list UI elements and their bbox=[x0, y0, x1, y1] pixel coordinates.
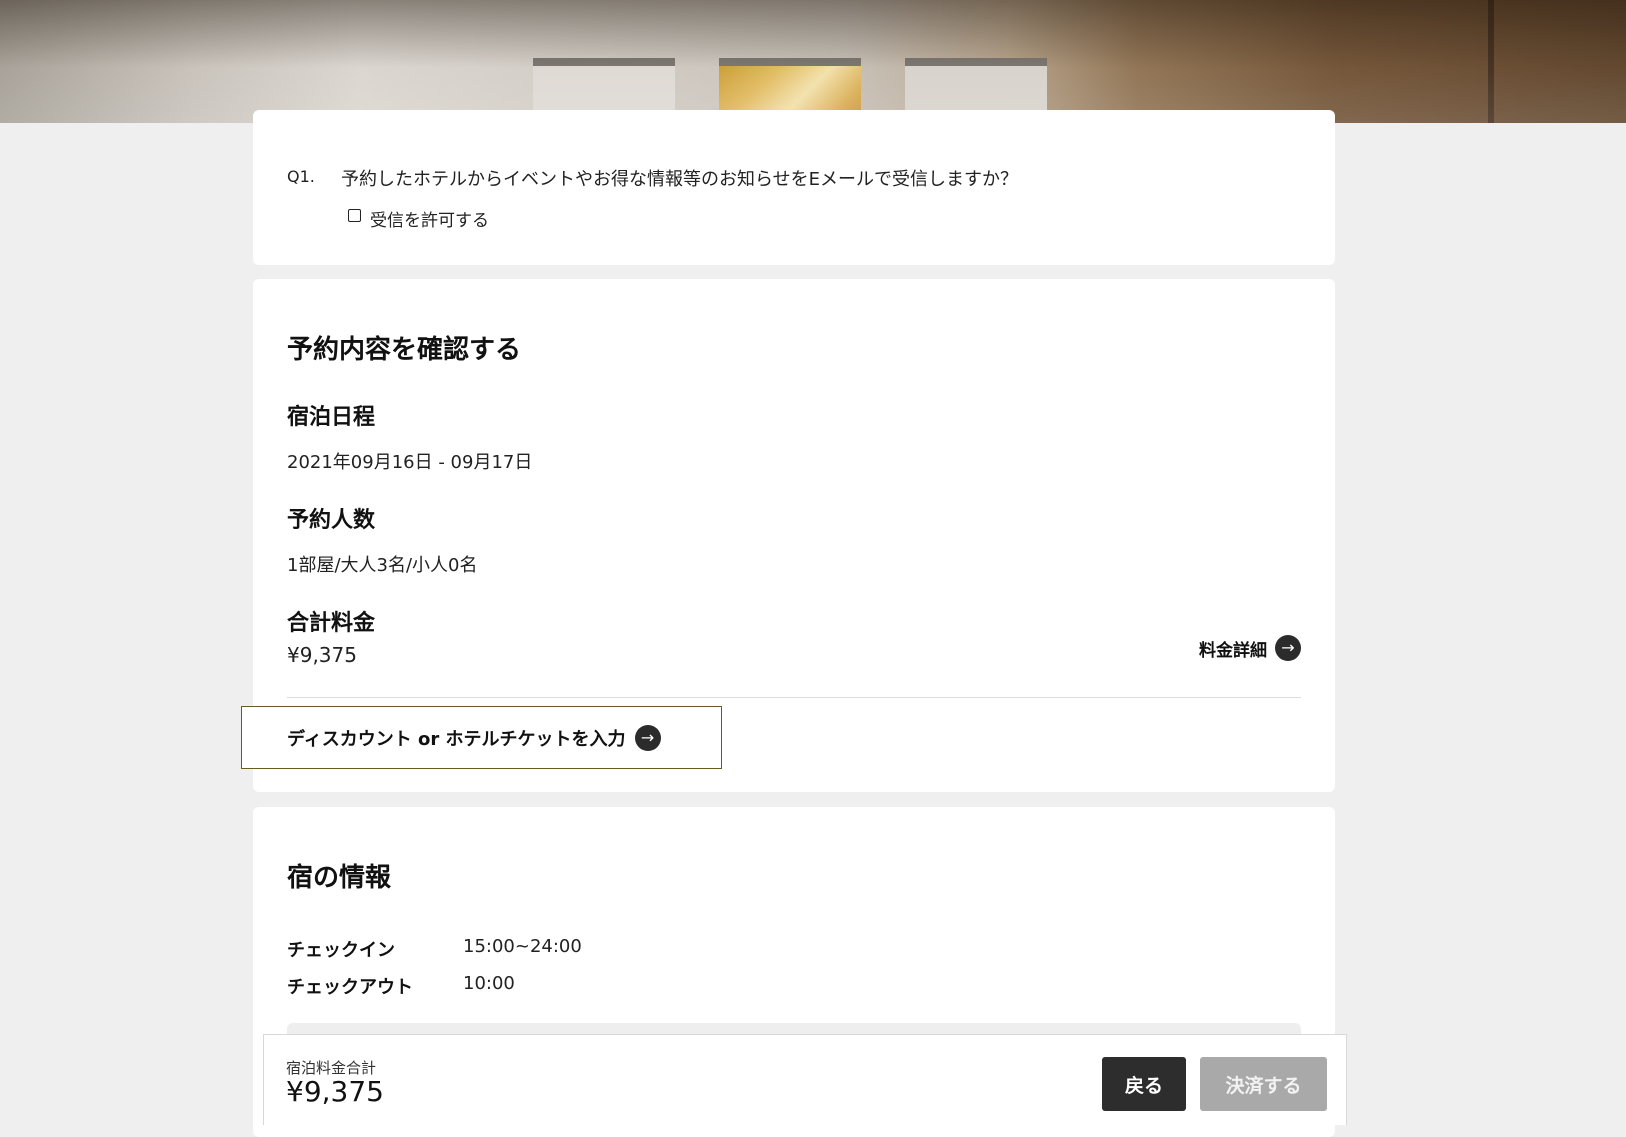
hero-image bbox=[0, 0, 1626, 123]
guest-count-label: 予約人数 bbox=[287, 508, 376, 533]
stay-dates-value: 2021年09月16日 - 09月17日 bbox=[287, 452, 533, 473]
checkout-value: 10:00 bbox=[463, 973, 515, 994]
price-detail-link[interactable]: 料金詳細 → bbox=[1199, 635, 1301, 661]
newsletter-question-card: Q1. 予約したホテルからイベントやお得な情報等のお知らせをEメールで受信します… bbox=[253, 110, 1335, 265]
total-price-value: ¥9,375 bbox=[287, 643, 357, 667]
discount-ticket-button[interactable]: ディスカウント or ホテルチケットを入力 → bbox=[241, 706, 722, 769]
email-optin-label[interactable]: 受信を許可する bbox=[370, 206, 489, 231]
discount-ticket-label: ディスカウント or ホテルチケットを入力 bbox=[287, 728, 626, 750]
checkbox-icon[interactable] bbox=[348, 209, 361, 222]
confirm-title: 予約内容を確認する bbox=[287, 335, 522, 365]
arrow-right-circle-icon: → bbox=[1275, 635, 1301, 661]
checkout-label: チェックアウト bbox=[287, 977, 413, 998]
question-text: 予約したホテルからイベントやお得な情報等のお知らせをEメールで受信しますか？ bbox=[341, 169, 1019, 190]
back-button[interactable]: 戻る bbox=[1102, 1057, 1186, 1111]
guest-count-value: 1部屋/大人3名/小人0名 bbox=[287, 555, 478, 576]
checkin-label: チェックイン bbox=[287, 940, 395, 961]
checkin-value: 15:00~24:00 bbox=[463, 936, 582, 957]
price-detail-label: 料金詳細 bbox=[1199, 640, 1267, 661]
divider bbox=[287, 697, 1301, 698]
pay-button[interactable]: 決済する bbox=[1200, 1057, 1327, 1111]
stay-dates-label: 宿泊日程 bbox=[287, 405, 376, 430]
footer-total-value: ¥9,375 bbox=[286, 1075, 384, 1108]
payment-footer-bar: 宿泊料金合計 ¥9,375 戻る 決済する bbox=[263, 1034, 1347, 1125]
hotel-info-title: 宿の情報 bbox=[287, 863, 392, 893]
reservation-confirm-card: 予約内容を確認する 宿泊日程 2021年09月16日 - 09月17日 予約人数… bbox=[241, 279, 1335, 792]
total-price-label: 合計料金 bbox=[287, 611, 376, 636]
arrow-right-circle-icon: → bbox=[634, 724, 661, 751]
question-number: Q1. bbox=[287, 167, 315, 186]
